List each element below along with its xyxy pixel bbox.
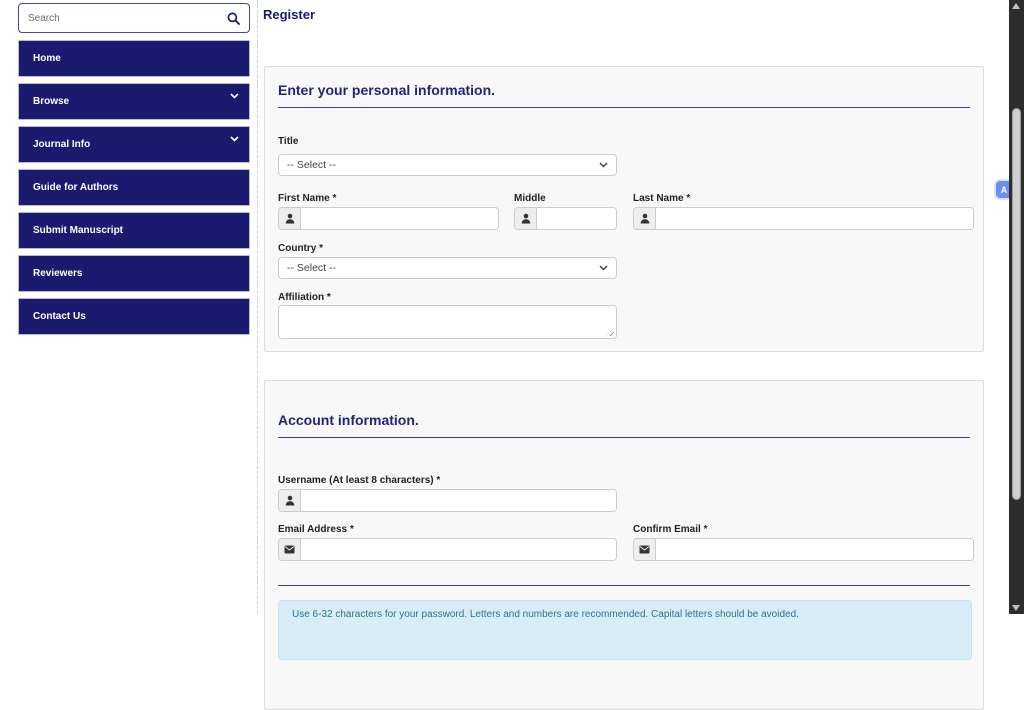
- confirm-email-input[interactable]: [656, 539, 973, 560]
- section-divider: [278, 585, 970, 586]
- email-label: Email Address *: [278, 524, 354, 535]
- confirm-email-label: Confirm Email *: [633, 524, 708, 535]
- sidebar-item-label: Contact Us: [33, 311, 86, 322]
- chevron-down-icon: [230, 136, 239, 142]
- account-info-panel: Account information. Username (At least …: [264, 380, 984, 710]
- search-box: [18, 3, 250, 33]
- chevron-down-icon: [230, 93, 239, 99]
- confirm-email-group: [633, 538, 974, 561]
- search-input[interactable]: [28, 12, 227, 24]
- sidebar-item-contact-us[interactable]: Contact Us: [18, 298, 250, 335]
- username-label: Username (At least 8 characters) *: [278, 475, 441, 486]
- person-icon: [279, 490, 301, 511]
- sidebar-item-label: Guide for Authors: [33, 182, 119, 193]
- username-input[interactable]: [301, 490, 616, 511]
- middle-name-label: Middle: [514, 193, 546, 204]
- sidebar-item-home[interactable]: Home: [18, 40, 250, 77]
- affiliation-box: [278, 305, 617, 339]
- sidebar-item-reviewers[interactable]: Reviewers: [18, 255, 250, 292]
- scroll-up-icon[interactable]: [1012, 3, 1020, 9]
- chevron-down-icon: [599, 162, 608, 168]
- email-group: [278, 538, 617, 561]
- last-name-group: [633, 207, 974, 230]
- first-name-group: [278, 207, 499, 230]
- country-select-value: -- Select --: [287, 262, 337, 274]
- sidebar-item-label: Journal Info: [33, 139, 91, 150]
- chevron-down-icon: [599, 265, 608, 271]
- sidebar-item-label: Submit Manuscript: [33, 225, 124, 236]
- account-section-heading: Account information.: [278, 412, 419, 428]
- personal-info-panel: Enter your personal information. Title -…: [264, 66, 984, 352]
- sidebar-item-guide-for-authors[interactable]: Guide for Authors: [18, 169, 250, 206]
- first-name-label: First Name *: [278, 193, 337, 204]
- scrollbar-thumb[interactable]: [1012, 108, 1021, 500]
- sidebar-item-browse[interactable]: Browse: [18, 83, 250, 120]
- title-select-value: -- Select --: [287, 159, 337, 171]
- sidebar-item-label: Home: [33, 53, 61, 64]
- sidebar-item-label: Reviewers: [33, 268, 83, 279]
- sidebar: Home Browse Journal Info Guide for Autho…: [18, 3, 250, 341]
- person-icon: [515, 208, 537, 229]
- person-icon: [279, 208, 301, 229]
- search-icon: [227, 12, 240, 25]
- envelope-icon: [634, 539, 656, 560]
- sidebar-item-label: Browse: [33, 96, 70, 107]
- translate-icon: A: [1000, 184, 1008, 195]
- affiliation-label: Affiliation *: [278, 292, 331, 303]
- first-name-input[interactable]: [301, 208, 498, 229]
- page-title: Register: [263, 7, 316, 22]
- scrollbar-track[interactable]: [1009, 0, 1024, 614]
- middle-name-input[interactable]: [537, 208, 616, 229]
- email-input[interactable]: [301, 539, 616, 560]
- person-icon: [634, 208, 656, 229]
- personal-section-heading: Enter your personal information.: [278, 82, 496, 98]
- sidebar-item-submit-manuscript[interactable]: Submit Manuscript: [18, 212, 250, 249]
- last-name-label: Last Name *: [633, 193, 691, 204]
- country-label: Country *: [278, 243, 323, 254]
- password-note-alert: Use 6-32 characters for your password. L…: [278, 600, 972, 660]
- country-select[interactable]: -- Select --: [278, 257, 617, 279]
- envelope-icon: [279, 539, 301, 560]
- title-select[interactable]: -- Select --: [278, 154, 617, 176]
- last-name-input[interactable]: [656, 208, 973, 229]
- middle-name-group: [514, 207, 617, 230]
- affiliation-textarea[interactable]: [279, 306, 616, 338]
- password-note-text: Use 6-32 characters for your password. L…: [292, 609, 799, 620]
- content-left-divider: [257, 0, 258, 614]
- sidebar-item-journal-info[interactable]: Journal Info: [18, 126, 250, 163]
- search-button[interactable]: [227, 12, 240, 25]
- section-divider: [278, 107, 970, 108]
- section-divider: [278, 437, 970, 438]
- title-label: Title: [278, 136, 299, 147]
- scroll-down-icon[interactable]: [1012, 605, 1020, 611]
- username-group: [278, 489, 617, 512]
